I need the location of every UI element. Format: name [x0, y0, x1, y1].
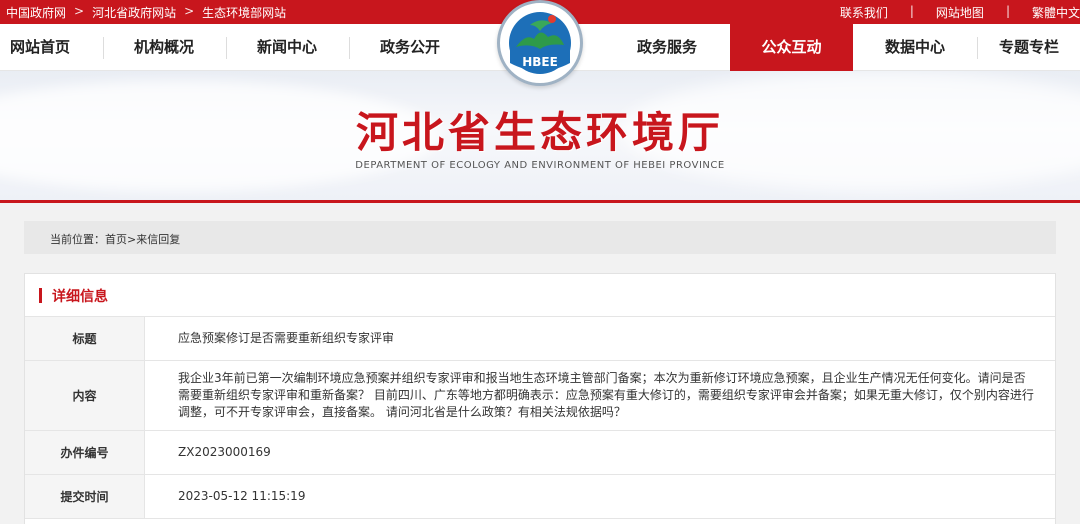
- link-china-gov[interactable]: 中国政府网: [6, 4, 66, 21]
- nav-item-gov-affairs[interactable]: 政务公开: [350, 24, 470, 71]
- divider: |: [909, 4, 914, 18]
- site-logo[interactable]: HBEE: [497, 0, 583, 86]
- chevron-right-icon: >: [184, 4, 195, 18]
- divider: [0, 200, 1080, 203]
- link-traditional-chinese[interactable]: 繁體中文: [1032, 4, 1080, 21]
- detail-row-case-number: 办件编号 ZX2023000169: [25, 431, 1055, 475]
- link-site-map[interactable]: 网站地图: [936, 4, 984, 21]
- header-banner: 河北省生态环境厅 DEPARTMENT OF ECOLOGY AND ENVIR…: [0, 71, 1080, 200]
- gov-links: 中国政府网 > 河北省政府网站 > 生态环境部网站: [6, 4, 286, 21]
- link-mee-gov[interactable]: 生态环境部网站: [202, 4, 286, 21]
- logo-text: HBEE: [522, 55, 558, 69]
- detail-row-content: 内容 我企业3年前已第一次编制环境应急预案并组织专家评审和报当地生态环境主管部门…: [25, 361, 1055, 431]
- nav-item-home[interactable]: 网站首页: [0, 24, 80, 71]
- row-label: 内容: [25, 361, 145, 430]
- detail-heading: 详细信息: [25, 274, 1055, 317]
- row-value: ZX2023000169: [178, 445, 271, 459]
- detail-card: 详细信息 标题 应急预案修订是否需要重新组织专家评审 内容 我企业3年前已第一次…: [24, 273, 1056, 524]
- heading-accent-bar: [39, 288, 42, 303]
- site-subtitle: DEPARTMENT OF ECOLOGY AND ENVIRONMENT OF…: [355, 160, 725, 171]
- chevron-right-icon: >: [74, 4, 85, 18]
- nav-item-news[interactable]: 新闻中心: [227, 24, 347, 71]
- detail-row-title: 标题 应急预案修订是否需要重新组织专家评审: [25, 317, 1055, 361]
- logo-emblem-icon: [501, 4, 579, 82]
- breadcrumb-text: 当前位置：首页>来信回复: [50, 233, 181, 246]
- row-label: 办件编号: [25, 431, 145, 474]
- row-label: 提交时间: [25, 475, 145, 518]
- nav-item-services[interactable]: 政务服务: [607, 24, 727, 71]
- nav-item-about[interactable]: 机构概况: [104, 24, 224, 71]
- row-value: 2023-05-12 11:15:19: [178, 489, 306, 503]
- row-value: 我企业3年前已第一次编制环境应急预案并组织专家评审和报当地生态环境主管部门备案；…: [178, 371, 1034, 419]
- row-label: 标题: [25, 317, 145, 360]
- link-contact-us[interactable]: 联系我们: [840, 4, 888, 21]
- detail-row-submit-time: 提交时间 2023-05-12 11:15:19: [25, 475, 1055, 519]
- utility-links: 联系我们 | 网站地图 | 繁體中文: [840, 4, 1080, 21]
- breadcrumb: 当前位置：首页>来信回复: [24, 221, 1056, 254]
- site-title: 河北省生态环境厅: [355, 108, 724, 157]
- link-hebei-gov[interactable]: 河北省政府网站: [92, 4, 176, 21]
- row-value: 应急预案修订是否需要重新组织专家评审: [178, 331, 395, 345]
- nav-item-special-topics[interactable]: 专题专栏: [978, 24, 1080, 71]
- divider: |: [1005, 4, 1010, 18]
- detail-heading-text: 详细信息: [52, 289, 108, 305]
- nav-item-public-interaction[interactable]: 公众互动: [730, 24, 853, 71]
- nav-item-data-center[interactable]: 数据中心: [855, 24, 975, 71]
